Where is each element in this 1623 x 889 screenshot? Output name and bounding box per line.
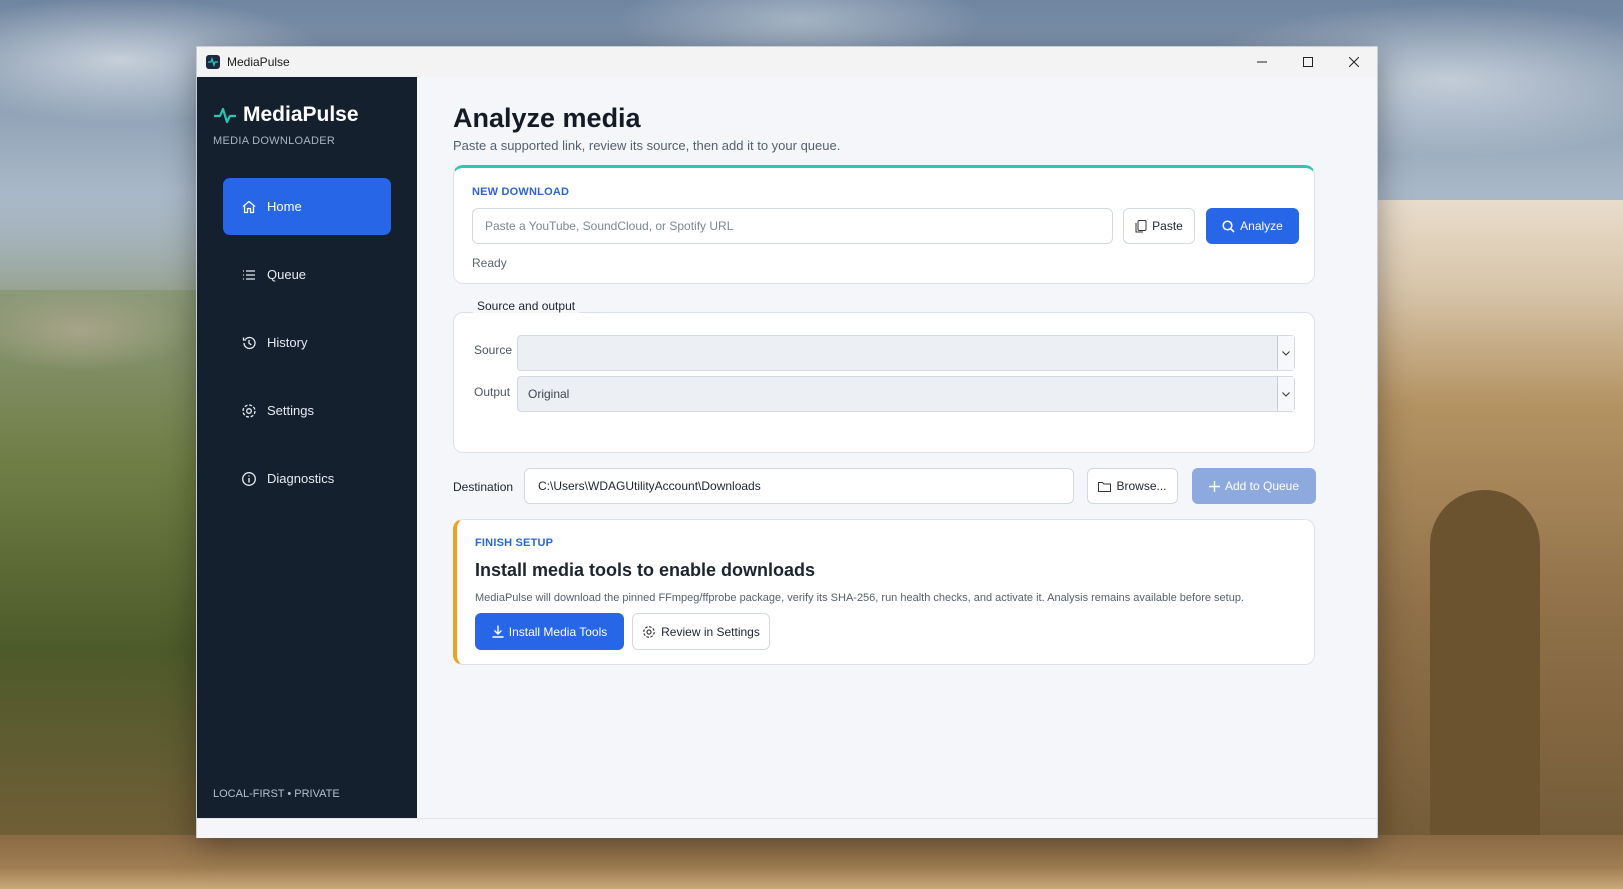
list-icon — [239, 265, 259, 285]
sidebar-item-diagnostics[interactable]: Diagnostics — [223, 450, 391, 507]
add-to-queue-button[interactable]: Add to Queue — [1192, 468, 1316, 504]
close-icon — [1349, 57, 1359, 67]
new-download-label: NEW DOWNLOAD — [472, 186, 570, 198]
chevron-down-icon — [1277, 336, 1294, 370]
browse-label: Browse... — [1116, 479, 1167, 493]
new-download-card: NEW DOWNLOAD Paste a YouTube, SoundCloud… — [453, 165, 1315, 284]
brand-subtitle: MEDIA DOWNLOADER — [213, 135, 336, 147]
title-bar[interactable]: MediaPulse — [197, 47, 1377, 77]
browse-button[interactable]: Browse... — [1087, 468, 1178, 504]
home-icon — [239, 197, 259, 217]
window-controls — [1239, 47, 1377, 77]
gear-icon — [642, 625, 656, 639]
source-select[interactable] — [517, 335, 1295, 371]
close-button[interactable] — [1331, 47, 1377, 77]
setup-title: Install media tools to enable downloads — [475, 560, 816, 580]
destination-label: Destination — [453, 480, 514, 494]
app-icon — [206, 55, 220, 69]
output-select[interactable]: Original — [517, 376, 1295, 412]
analyze-label: Analyze — [1240, 219, 1283, 233]
paste-button[interactable]: Paste — [1123, 208, 1195, 244]
review-label: Review in Settings — [661, 624, 760, 639]
sidebar-nav: Home Queue History Settings Diagnostics — [223, 178, 391, 518]
history-icon — [239, 333, 259, 353]
desktop-wallpaper-bridge-arch — [1430, 490, 1540, 889]
sidebar: MediaPulse MEDIA DOWNLOADER Home Queue H… — [197, 77, 417, 818]
source-output-legend: Source and output — [473, 299, 580, 313]
pulse-logo-icon — [214, 107, 236, 124]
chevron-down-icon — [1277, 377, 1294, 411]
page-title: Analyze media — [453, 103, 641, 133]
plus-icon — [1208, 480, 1220, 492]
output-value: Original — [528, 387, 570, 401]
analyze-button[interactable]: Analyze — [1206, 208, 1299, 244]
page-subtitle: Paste a supported link, review its sourc… — [453, 138, 841, 153]
finish-setup-card: FINISH SETUP Install media tools to enab… — [453, 519, 1315, 665]
sidebar-footer: LOCAL-FIRST • PRIVATE — [213, 788, 340, 800]
status-text: Ready — [472, 256, 507, 270]
sidebar-item-label: Queue — [267, 267, 307, 282]
source-output-card: Source Output Original — [453, 312, 1315, 453]
brand: MediaPulse — [213, 103, 359, 127]
add-to-queue-label: Add to Queue — [1224, 479, 1300, 493]
destination-input[interactable]: C:\Users\WDAGUtilityAccount\Downloads — [524, 468, 1074, 504]
output-label: Output — [474, 385, 511, 399]
sidebar-item-queue[interactable]: Queue — [223, 246, 391, 303]
review-in-settings-button[interactable]: Review in Settings — [632, 613, 770, 650]
gear-icon — [239, 401, 259, 421]
desktop-wallpaper-valley — [0, 290, 200, 889]
maximize-button[interactable] — [1285, 47, 1331, 77]
install-media-tools-button[interactable]: Install Media Tools — [475, 613, 624, 650]
sidebar-item-label: Home — [267, 199, 302, 214]
info-icon — [239, 469, 259, 489]
url-input[interactable]: Paste a YouTube, SoundCloud, or Spotify … — [472, 208, 1113, 244]
setup-description: MediaPulse will download the pinned FFmp… — [475, 592, 1244, 604]
sidebar-item-label: Diagnostics — [267, 471, 335, 486]
main-content: Analyze media Paste a supported link, re… — [417, 77, 1377, 818]
folder-icon — [1098, 481, 1112, 492]
app-window: MediaPulse MediaPulse MEDIA DOWNLOADER H… — [196, 46, 1378, 838]
minimize-icon — [1257, 61, 1267, 63]
paste-label: Paste — [1152, 219, 1183, 233]
maximize-icon — [1303, 57, 1313, 67]
sidebar-item-label: History — [267, 335, 308, 350]
finish-setup-label: FINISH SETUP — [475, 537, 554, 549]
window-title: MediaPulse — [227, 55, 290, 69]
brand-name: MediaPulse — [243, 103, 359, 126]
sidebar-item-label: Settings — [267, 403, 314, 418]
sidebar-item-settings[interactable]: Settings — [223, 382, 391, 439]
source-label: Source — [474, 343, 513, 357]
desktop-wallpaper-ground — [0, 835, 1623, 889]
download-icon — [492, 625, 504, 638]
search-icon — [1222, 219, 1235, 233]
window-bottom-edge — [197, 818, 1377, 838]
sidebar-item-history[interactable]: History — [223, 314, 391, 371]
sidebar-item-home[interactable]: Home — [223, 178, 391, 235]
install-label: Install Media Tools — [508, 624, 608, 639]
clipboard-icon — [1135, 219, 1147, 233]
minimize-button[interactable] — [1239, 47, 1285, 77]
